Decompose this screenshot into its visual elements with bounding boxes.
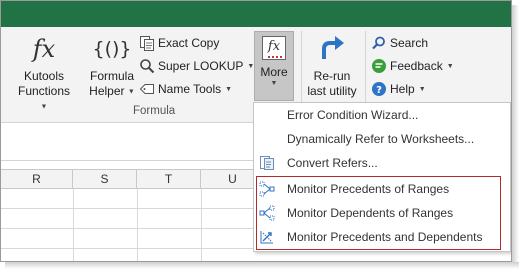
search-button[interactable]: Search [371,33,428,53]
super-lookup-button[interactable]: Super LOOKUP ▼ [139,56,254,76]
title-bar [1,1,511,27]
chevron-down-icon: ▼ [446,62,454,70]
name-tools-label: Name Tools [158,82,222,96]
more-button[interactable]: fx More ▼ [254,31,294,101]
menu-item-convert-refers[interactable]: Convert Refers... [254,151,510,175]
more-fx-glyph: fx [267,39,281,54]
more-label: More [260,65,288,79]
more-fx-icon: fx [262,36,286,60]
menu-item-error-condition-wizard[interactable]: Error Condition Wizard... [254,103,510,127]
super-lookup-label: Super LOOKUP [158,59,244,73]
highlight-box [256,176,501,250]
exact-copy-label: Exact Copy [158,36,220,50]
more-red-dots [268,56,282,58]
fx-icon: fx [32,35,56,63]
rerun-last-utility-button[interactable]: Re-run last utility [303,33,361,99]
menu-item-label: Convert Refers... [287,156,378,170]
more-dropdown-menu: Error Condition Wizard... Dynamically Re… [253,102,511,252]
grid-line [201,189,202,261]
name-tools-button[interactable]: Name Tools ▼ [139,79,232,99]
grid-line [73,189,74,261]
grid-line [137,189,138,261]
search-label: Search [390,36,429,50]
convert-refers-icon [259,155,275,171]
chevron-down-icon: ▼ [225,85,233,93]
rerun-line1: Re-run [313,69,351,83]
help-icon: ? [371,81,387,97]
menu-item-label: Dynamically Refer to Worksheets... [287,132,475,146]
group-label-formula: Formula [133,105,176,117]
formula-helper-line2: Helper ▼ [89,84,135,98]
column-header-r[interactable]: R [1,170,73,188]
column-header-s[interactable]: S [73,170,137,188]
help-label: Help [390,82,415,96]
kutools-functions-line2: Functions ▼ [17,84,71,111]
rerun-line2: last utility [307,84,357,98]
chevron-down-icon: ▼ [270,80,278,87]
excel-window: fx Kutools Functions ▼ {()} Formula Help… [0,0,512,262]
exact-copy-button[interactable]: Exact Copy [139,33,219,53]
lookup-icon [139,58,155,74]
chevron-down-icon: ▼ [127,88,135,96]
window-shadow [5,262,519,269]
menu-item-label: Error Condition Wizard... [287,108,419,122]
rerun-arrow-icon [316,33,348,65]
formula-helper-line1: Formula [89,69,134,83]
column-header-t[interactable]: T [137,170,201,188]
name-tag-icon [139,81,155,97]
chevron-down-icon: ▼ [418,85,426,93]
kutools-functions-button[interactable]: fx Kutools Functions ▼ [13,33,75,114]
chevron-down-icon: ▼ [40,103,48,111]
menu-item-dynamically-refer[interactable]: Dynamically Refer to Worksheets... [254,127,510,151]
help-button[interactable]: ? Help ▼ [371,79,426,99]
feedback-icon [371,58,387,74]
window-shadow [512,5,519,267]
kutools-functions-line1: Kutools [23,69,65,83]
formula-helper-button[interactable]: {()} Formula Helper ▼ [87,33,137,99]
formula-helper-icon: {()} [92,38,132,60]
search-icon [371,35,387,51]
feedback-label: Feedback [390,59,443,73]
feedback-button[interactable]: Feedback ▼ [371,56,454,76]
copy-icon [139,35,155,51]
svg-text:?: ? [376,85,382,96]
